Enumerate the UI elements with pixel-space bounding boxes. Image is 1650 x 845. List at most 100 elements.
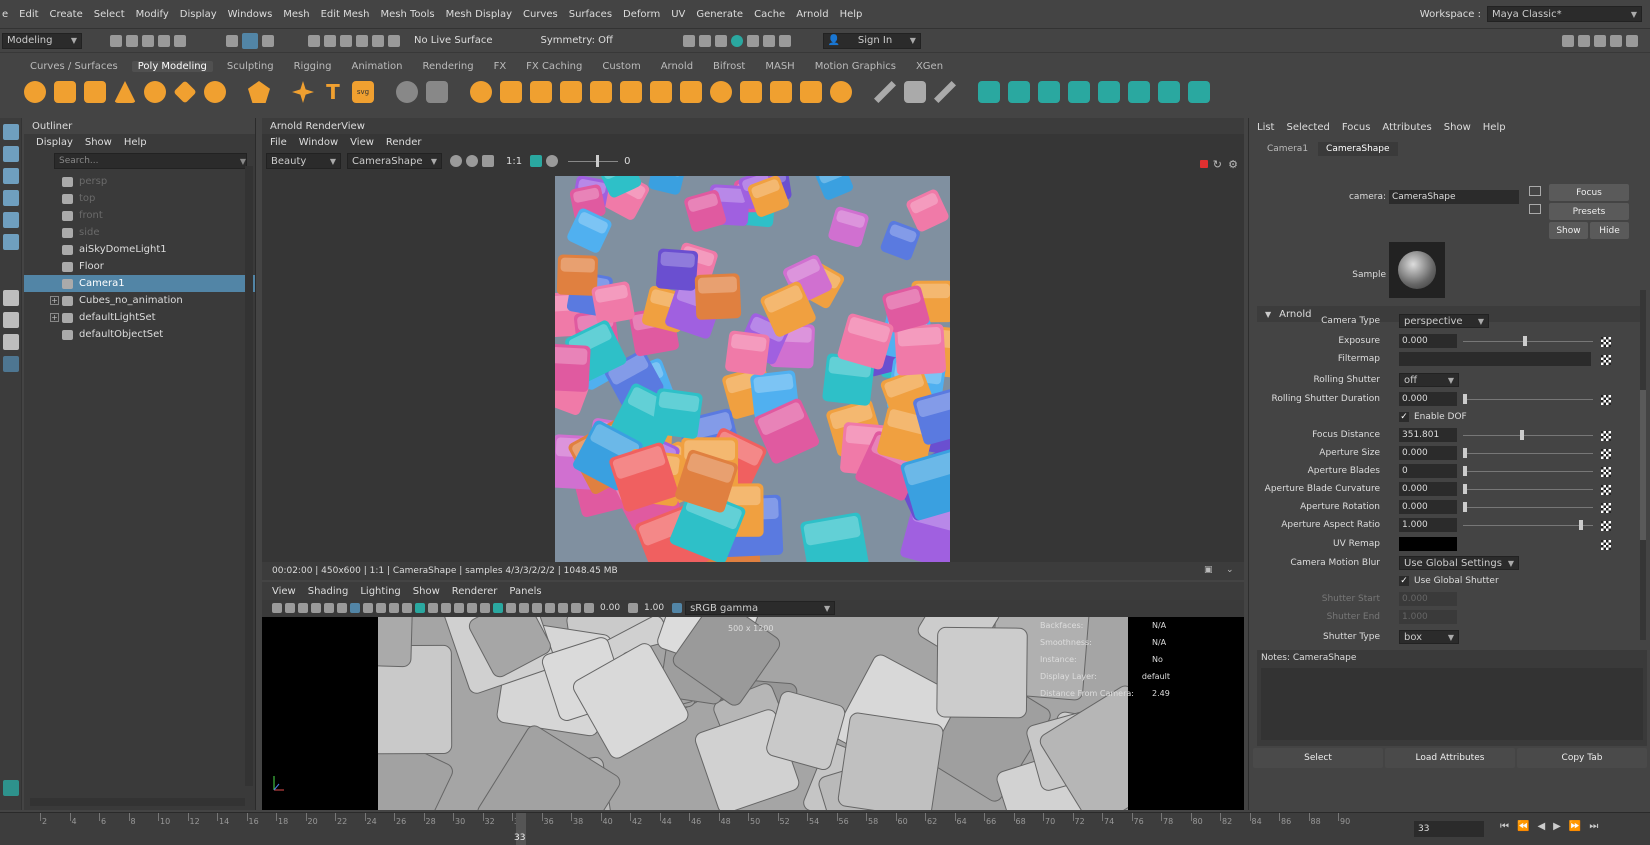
map-button-icon[interactable] xyxy=(1601,503,1611,513)
copy-tab-button[interactable]: Copy Tab xyxy=(1517,748,1647,768)
aperture-rotation-field[interactable]: 0.000 xyxy=(1399,500,1457,514)
exposure-field[interactable]: 0.000 xyxy=(1399,334,1457,348)
map-button-icon[interactable] xyxy=(1601,540,1611,550)
renderview-menu-view[interactable]: View xyxy=(350,137,374,148)
redo-icon[interactable] xyxy=(174,34,186,47)
menu-item-uv[interactable]: UV xyxy=(671,9,685,20)
reduce-icon[interactable] xyxy=(530,81,552,103)
save-scene-icon[interactable] xyxy=(142,34,154,47)
merge-icon[interactable] xyxy=(770,81,792,103)
go-to-end-icon[interactable]: ⏭ xyxy=(1589,821,1598,832)
ae-menu-attributes[interactable]: Attributes xyxy=(1382,122,1431,133)
viewport-menu-shading[interactable]: Shading xyxy=(308,586,349,597)
menu-item-cache[interactable]: Cache xyxy=(754,9,785,20)
map-button-icon[interactable] xyxy=(1601,485,1611,495)
viewport-cube[interactable] xyxy=(378,617,413,668)
shelf-tab-animation[interactable]: Animation xyxy=(346,61,409,72)
uv-editor-icon[interactable] xyxy=(1128,81,1150,103)
camera-dropdown[interactable]: CameraShape ▼ xyxy=(347,153,442,169)
new-scene-icon[interactable] xyxy=(110,34,122,47)
rolling-shutter-duration-slider-knob[interactable] xyxy=(1463,394,1467,404)
aperture-blades-slider-knob[interactable] xyxy=(1463,466,1467,476)
menu-item-deform[interactable]: Deform xyxy=(623,9,660,20)
colorspace-dropdown[interactable]: sRGB gamma ▼ xyxy=(685,601,836,615)
ae-menu-list[interactable]: List xyxy=(1257,122,1274,133)
svg-icon[interactable]: svg xyxy=(352,81,374,103)
focus-distance-slider-knob[interactable] xyxy=(1520,430,1524,440)
rolling-shutter-duration-field[interactable]: 0.000 xyxy=(1399,392,1457,406)
mode-dropdown[interactable]: Modeling ▼ xyxy=(2,32,82,49)
renderview-menu-render[interactable]: Render xyxy=(386,137,422,148)
anti-aliasing-icon[interactable] xyxy=(519,603,529,613)
aperture-aspect-ratio-field[interactable]: 1.000 xyxy=(1399,518,1457,532)
focus-distance-slider[interactable] xyxy=(1463,430,1593,440)
menu-item-windows[interactable]: Windows xyxy=(228,9,273,20)
hypershade-icon[interactable] xyxy=(746,34,759,47)
ae-menu-focus[interactable]: Focus xyxy=(1342,122,1371,133)
notes-textarea[interactable] xyxy=(1261,668,1643,740)
outliner-item[interactable]: top xyxy=(24,190,255,207)
play-backwards-icon[interactable]: ◀ xyxy=(1537,821,1545,832)
step-back-icon[interactable]: ⏪ xyxy=(1517,821,1529,832)
uv-layout-icon[interactable] xyxy=(1158,81,1180,103)
camera-node-field[interactable]: CameraShape xyxy=(1389,190,1519,204)
map-button-icon[interactable] xyxy=(1601,337,1611,347)
outliner-item[interactable]: Floor xyxy=(24,258,255,275)
shadows-icon[interactable] xyxy=(480,603,490,613)
extrude-icon[interactable] xyxy=(620,81,642,103)
isolate-select-icon[interactable] xyxy=(545,603,555,613)
snap-surface-icon[interactable] xyxy=(372,34,384,47)
focus-distance-field[interactable]: 351.801 xyxy=(1399,428,1457,442)
film-gate-icon[interactable] xyxy=(337,603,347,613)
smooth-icon[interactable] xyxy=(500,81,522,103)
exposure-adjust-icon[interactable] xyxy=(584,603,594,613)
render-settings-icon[interactable] xyxy=(682,34,695,47)
use-global-shutter-row[interactable]: ✓ Use Global Shutter xyxy=(1399,576,1499,586)
uv-cylindrical-icon[interactable] xyxy=(1008,81,1030,103)
aov-dropdown[interactable]: Beauty ▼ xyxy=(266,153,341,169)
ae-tab-camera1[interactable]: Camera1 xyxy=(1259,142,1316,156)
go-to-output-icon[interactable] xyxy=(1529,204,1541,214)
menu-item-select[interactable]: Select xyxy=(94,9,125,20)
ae-menu-help[interactable]: Help xyxy=(1483,122,1506,133)
safe-action-icon[interactable] xyxy=(389,603,399,613)
poly-cube-icon[interactable] xyxy=(54,81,76,103)
outliner-item[interactable]: defaultObjectSet xyxy=(24,326,255,343)
combine-icon[interactable] xyxy=(396,81,418,103)
menu-item-edit-mesh[interactable]: Edit Mesh xyxy=(321,9,370,20)
viewport-menu-lighting[interactable]: Lighting xyxy=(360,586,400,597)
bookmark-icon[interactable] xyxy=(298,603,308,613)
uv-remap-swatch[interactable] xyxy=(1399,537,1457,551)
sign-in-button[interactable]: 👤 Sign In ▼ xyxy=(822,32,921,49)
ae-scrollbar[interactable] xyxy=(1640,290,1646,640)
lights-icon[interactable] xyxy=(467,603,477,613)
target-weld-icon[interactable] xyxy=(904,81,926,103)
rolling-shutter-dropdown[interactable]: off ▼ xyxy=(1399,373,1459,387)
shelf-tab-curves-surfaces[interactable]: Curves / Surfaces xyxy=(24,61,124,72)
channel-box-icon[interactable] xyxy=(1626,34,1638,47)
aperture-rotation-slider[interactable] xyxy=(1463,502,1593,512)
shelf-tab-rigging[interactable]: Rigging xyxy=(288,61,338,72)
aperture-aspect-ratio-slider-knob[interactable] xyxy=(1579,520,1583,530)
viewport-cube[interactable] xyxy=(936,626,1028,719)
outliner-scrollbar[interactable] xyxy=(245,166,253,786)
camera-type-dropdown[interactable]: perspective ▼ xyxy=(1399,314,1489,328)
outliner-search-input[interactable]: Search... ▼ xyxy=(54,153,247,169)
menu-item-e[interactable]: e xyxy=(2,9,8,20)
append-icon[interactable] xyxy=(740,81,762,103)
live-surface-label[interactable]: No Live Surface xyxy=(414,35,492,46)
menu-item-help[interactable]: Help xyxy=(840,9,863,20)
camera-select-icon[interactable] xyxy=(272,603,282,613)
xray-icon[interactable] xyxy=(558,603,568,613)
map-button-icon[interactable] xyxy=(1601,431,1611,441)
persp-outliner-icon[interactable] xyxy=(3,334,19,350)
snap-grid-icon[interactable] xyxy=(308,34,320,47)
uv-auto-icon[interactable] xyxy=(1068,81,1090,103)
viewport-exposure-field[interactable]: 0.00 xyxy=(600,603,620,613)
crop-icon[interactable] xyxy=(482,155,494,167)
aperture-rotation-slider-knob[interactable] xyxy=(1463,502,1467,512)
settings-gear-icon[interactable]: ⚙ xyxy=(1228,158,1238,171)
safe-title-icon[interactable] xyxy=(402,603,412,613)
ae-tab-camerashape[interactable]: CameraShape xyxy=(1318,142,1398,156)
renderview-menu-window[interactable]: Window xyxy=(299,137,338,148)
